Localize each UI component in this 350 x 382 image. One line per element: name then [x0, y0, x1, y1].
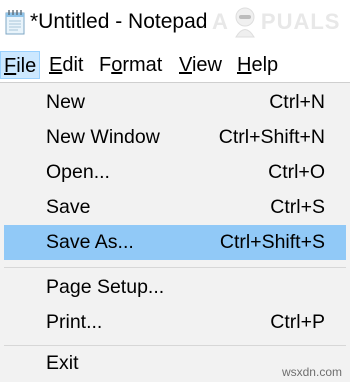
notepad-icon	[4, 9, 26, 35]
menu-help-rest: elp	[251, 54, 279, 76]
menu-view-rest: iew	[191, 54, 222, 76]
menu-format-pre: F	[99, 54, 112, 76]
menu-item-new[interactable]: New Ctrl+N	[4, 85, 346, 120]
menu-item-label: New	[46, 91, 86, 113]
menu-item-label: Save As...	[46, 231, 134, 253]
menu-item-print[interactable]: Print... Ctrl+P	[4, 305, 346, 340]
menu-item-label: Exit	[46, 352, 79, 374]
menu-file-mnemonic: F	[4, 55, 17, 77]
menu-edit[interactable]: Edit	[46, 51, 86, 79]
menu-edit-rest: dit	[62, 54, 84, 76]
watermark: A PUALS	[212, 4, 348, 40]
menu-file-rest: ile	[16, 55, 37, 77]
menu-item-label: New Window	[46, 126, 160, 148]
menu-item-shortcut: Ctrl+O	[268, 161, 325, 183]
menu-item-page-setup[interactable]: Page Setup...	[4, 270, 346, 305]
menu-file[interactable]: File	[0, 51, 41, 79]
file-menu-dropdown: New Ctrl+N New Window Ctrl+Shift+N Open.…	[0, 82, 350, 382]
menu-item-save-as[interactable]: Save As... Ctrl+Shift+S	[4, 225, 346, 260]
menu-bar: File Edit Format View Help	[0, 48, 350, 82]
menu-format[interactable]: Format	[96, 51, 165, 79]
watermark-right: PUALS	[260, 9, 341, 34]
site-watermark: wsxdn.com	[281, 365, 342, 379]
menu-item-shortcut: Ctrl+S	[270, 196, 325, 218]
menu-item-open[interactable]: Open... Ctrl+O	[4, 155, 346, 190]
menu-item-shortcut: Ctrl+Shift+N	[218, 126, 325, 148]
menu-view[interactable]: View	[176, 51, 225, 79]
menu-item-shortcut: Ctrl+P	[270, 311, 325, 333]
menu-item-shortcut: Ctrl+Shift+S	[219, 231, 325, 253]
title-bar: *Untitled - Notepad A PUALS	[0, 0, 350, 44]
menu-edit-mnemonic: E	[49, 54, 63, 76]
menu-view-mnemonic: V	[179, 54, 192, 76]
menu-item-label: Open...	[46, 161, 110, 183]
menu-item-shortcut: Ctrl+N	[269, 91, 325, 113]
mascot-icon	[230, 6, 260, 38]
menu-format-rest: rmat	[122, 54, 163, 76]
menu-item-new-window[interactable]: New Window Ctrl+Shift+N	[4, 120, 346, 155]
menu-item-label: Page Setup...	[46, 276, 165, 298]
menu-format-mnemonic: o	[111, 54, 123, 76]
menu-help-mnemonic: H	[237, 54, 252, 76]
menu-item-label: Save	[46, 196, 91, 218]
window-title: *Untitled - Notepad	[30, 10, 208, 33]
menu-item-label: Print...	[46, 311, 103, 333]
menu-separator	[4, 267, 346, 268]
watermark-left: A	[212, 9, 229, 34]
menu-item-save[interactable]: Save Ctrl+S	[4, 190, 346, 225]
menu-help[interactable]: Help	[234, 51, 281, 79]
